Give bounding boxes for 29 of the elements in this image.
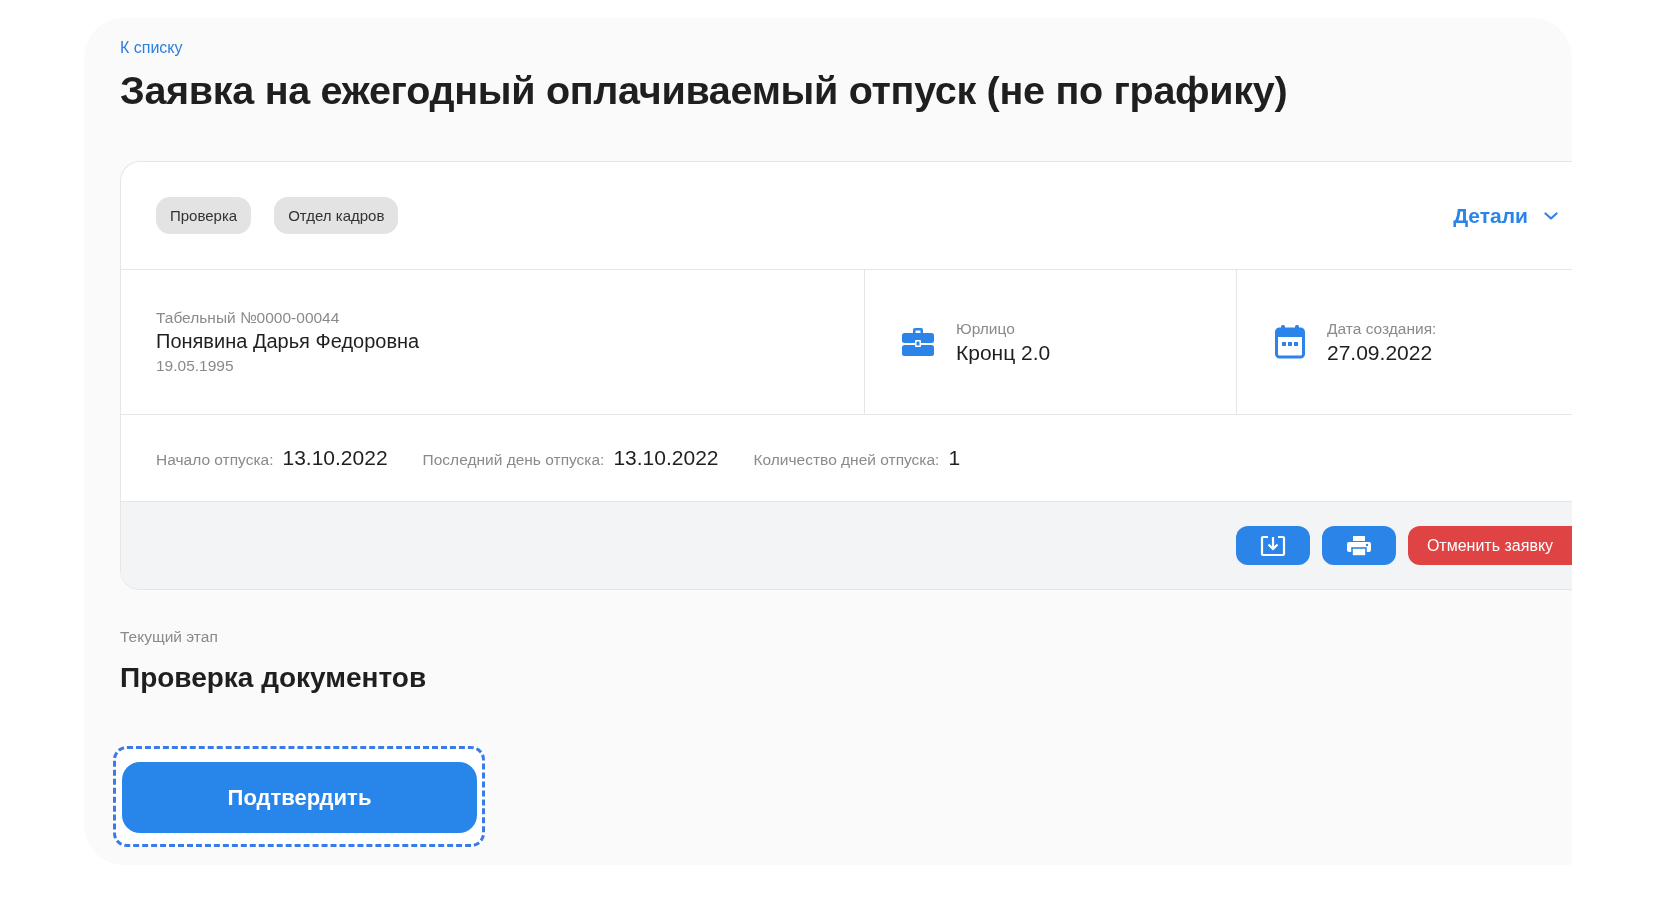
tab-number: Табельный №0000-00044 [156, 309, 341, 327]
details-toggle[interactable]: Детали [1449, 199, 1562, 232]
field-value: 13.10.2022 [282, 446, 388, 470]
birth-date: 19.05.1995 [156, 357, 235, 375]
stage-name: Проверка документов [120, 662, 428, 694]
printer-icon [1346, 534, 1372, 557]
stage-caption: Текущий этап [120, 628, 219, 646]
back-link[interactable]: К списку [120, 39, 183, 57]
info-label: Юрлицо [956, 319, 1016, 338]
info-value: Кронц 2.0 [956, 340, 1051, 365]
field-label: Последний день отпуска: [422, 451, 605, 469]
download-button[interactable] [1236, 526, 1310, 565]
briefcase-icon [901, 327, 935, 357]
status-tag: Отдел кадров [274, 197, 399, 234]
status-tag: Проверка [156, 197, 252, 234]
calendar-icon [1274, 324, 1306, 360]
download-icon [1260, 534, 1286, 557]
field-label: Начало отпуска: [156, 451, 274, 469]
field-value: 13.10.2022 [613, 446, 719, 470]
chevron-icon [1544, 210, 1558, 221]
info-value: 27.09.2022 [1327, 340, 1434, 365]
page-title: Заявка на ежегодный оплачиваемый отпуск (не по графику) [120, 67, 1289, 113]
cancel-button[interactable]: Отменить заявку [1408, 526, 1572, 565]
confirm-button[interactable]: Подтвердить [122, 762, 477, 833]
field-label: Количество дней отпуска: [753, 451, 940, 469]
info-label: Дата создания: [1327, 319, 1437, 338]
field-value: 1 [948, 446, 961, 470]
print-button[interactable] [1322, 526, 1396, 565]
employee-name: Понявина Дарья Федоровна [156, 330, 421, 353]
